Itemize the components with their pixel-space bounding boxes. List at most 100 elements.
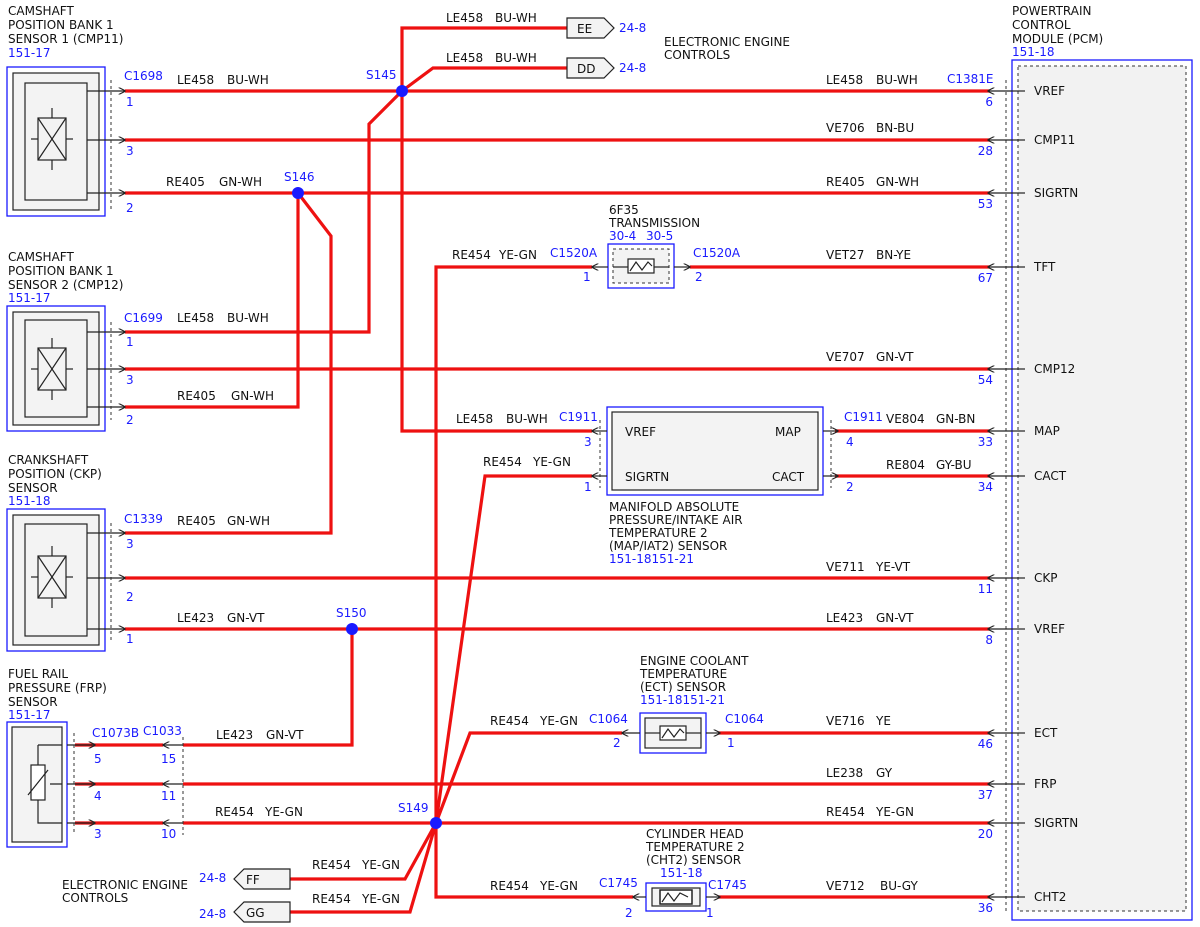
eec-bottom-1: ELECTRONIC ENGINE (62, 878, 188, 892)
ckp-title-3: SENSOR (8, 481, 58, 495)
circuit-color: BU-WH (506, 412, 548, 426)
ect-title-2: TEMPERATURE (639, 667, 727, 681)
wire-le458-ee (400, 26, 567, 91)
splice-s146-label: S146 (284, 170, 315, 184)
pcm-title-1: POWERTRAIN (1012, 4, 1092, 18)
circuit-color: BU-WH (227, 311, 269, 325)
cmp11-pin-1: 1 (126, 95, 134, 109)
circuit-label: RE454 (490, 879, 529, 893)
offpage-gg-label: GG (246, 906, 265, 920)
ect-pin-right: 1 (727, 736, 735, 750)
pcm-pin-number: 20 (978, 827, 993, 841)
pcm-pin-number: 36 (978, 901, 993, 915)
circuit-color: YE-GN (532, 455, 571, 469)
pcm-pin-name: CHT2 (1034, 890, 1066, 904)
frp-pin-3: 3 (94, 827, 102, 841)
pcm-pin-number: 37 (978, 788, 993, 802)
splice-s150-dot (346, 623, 358, 635)
circuit-label: LE458 (446, 11, 483, 25)
pcm-pin-name: FRP (1034, 777, 1056, 791)
circuit-color: BU-WH (227, 73, 269, 87)
circuit-label: RE405 (177, 514, 216, 528)
pcm-pin-name: ECT (1034, 726, 1058, 740)
pcm-pin-name: CACT (1034, 469, 1067, 483)
pcm-pin-number: 67 (978, 271, 993, 285)
wire-re405-cmp12 (125, 193, 300, 409)
circuit-label: VET27 (826, 248, 864, 262)
circuit-label: LE423 (177, 611, 214, 625)
cmp11-pin-3: 3 (126, 144, 134, 158)
circuit-color: GN-VT (266, 728, 304, 742)
circuit-color: YE-GN (539, 714, 578, 728)
circuit-color: YE-GN (539, 879, 578, 893)
map-pin-3: 3 (584, 435, 592, 449)
frp-sensor: FUEL RAIL PRESSURE (FRP) SENSOR 151-17 C… (6, 667, 184, 848)
circuit-label: LE458 (456, 412, 493, 426)
ect-title-1: ENGINE COOLANT (640, 654, 749, 668)
ect-sensor: ENGINE COOLANT TEMPERATURE (ECT) SENSOR … (589, 654, 764, 754)
circuit-color: GN-WH (227, 514, 270, 528)
ckp-pin-1: 1 (126, 632, 134, 646)
eec-top-2: CONTROLS (664, 48, 730, 62)
wire-le458-map (400, 91, 592, 433)
circuit-label: RE454 (215, 805, 254, 819)
eec-bottom-2: CONTROLS (62, 891, 128, 905)
map-pin-2: 2 (846, 480, 854, 494)
pcm-pin-name: SIGRTN (1034, 186, 1078, 200)
frp-pin-4: 4 (94, 789, 102, 803)
circuit-label: RE454 (312, 858, 351, 872)
splice-s145-dot (396, 85, 408, 97)
frp-pin2-11: 11 (161, 789, 176, 803)
splice-s145-label: S145 (366, 68, 397, 82)
circuit-label: RE454 (490, 714, 529, 728)
splice-s146-dot (292, 187, 304, 199)
trans-ref-2: 30-5 (646, 229, 673, 243)
circuit-color: GN-VT (227, 611, 265, 625)
cmp11-title-1: CAMSHAFT (8, 4, 74, 18)
offpage-gg-ref: 24-8 (199, 907, 226, 921)
cmp11-ref: 151-17 (8, 46, 51, 60)
pcm-pin-name: CKP (1034, 571, 1057, 585)
pcm-pin-number: 54 (978, 373, 993, 387)
circuit-color: YE-GN (875, 805, 914, 819)
ect-title-3: (ECT) SENSOR (640, 680, 726, 694)
pcm-pin-number: 53 (978, 197, 993, 211)
cht2-title-2: TEMPERATURE 2 (645, 840, 745, 854)
cmp12-connector: C1699 (124, 311, 163, 325)
pcm-pin-number: 6 (985, 95, 993, 109)
trans-tft-sensor: 6F35 TRANSMISSION 30-4 30-5 C1520A C1520… (550, 203, 741, 289)
frp-title-2: PRESSURE (FRP) (8, 681, 107, 695)
wire-re454-ect (434, 731, 622, 824)
circuit-color: BN-BU (876, 121, 914, 135)
cmp12-sensor: CAMSHAFT POSITION BANK 1 SENSOR 2 (CMP12… (6, 250, 163, 432)
ckp-sensor: CRANKSHAFT POSITION (CKP) SENSOR 151-18 … (6, 453, 163, 652)
map-sensor: VREF SIGRTN MAP CACT MANIFOLD ABSOLUTE P… (559, 406, 883, 566)
circuit-color: BU-WH (876, 73, 918, 87)
circuit-color: GN-WH (876, 175, 919, 189)
circuit-color: BN-YE (876, 248, 911, 262)
frp-pin2-15: 15 (161, 752, 176, 766)
circuit-color: YE-GN (361, 858, 400, 872)
circuit-label: LE458 (446, 51, 483, 65)
pcm-title-3: MODULE (PCM) (1012, 32, 1103, 46)
circuit-color: BU-GY (880, 879, 918, 893)
frp-title-3: SENSOR (8, 695, 58, 709)
circuit-label: LE423 (826, 611, 863, 625)
cmp12-title-3: SENSOR 2 (CMP12) (8, 278, 123, 292)
map-label-map: MAP (775, 425, 801, 439)
circuit-label: RE454 (312, 892, 351, 906)
circuit-label: RE454 (452, 248, 491, 262)
cmp11-title-3: SENSOR 1 (CMP11) (8, 32, 123, 46)
cmp11-title-2: POSITION BANK 1 (8, 18, 114, 32)
wire-le458-cmp12 (125, 89, 404, 334)
circuit-color: GY-BU (936, 458, 972, 472)
circuit-label: VE804 (886, 412, 925, 426)
circuit-color: GN-WH (219, 175, 262, 189)
pcm-pin-number: 34 (978, 480, 993, 494)
circuit-label: LE458 (177, 311, 214, 325)
map-conn-right: C1911 (844, 410, 883, 424)
offpage-ee-label: EE (577, 22, 592, 36)
ckp-connector: C1339 (124, 512, 163, 526)
circuit-color: BU-WH (495, 51, 537, 65)
frp-pin-5: 5 (94, 752, 102, 766)
